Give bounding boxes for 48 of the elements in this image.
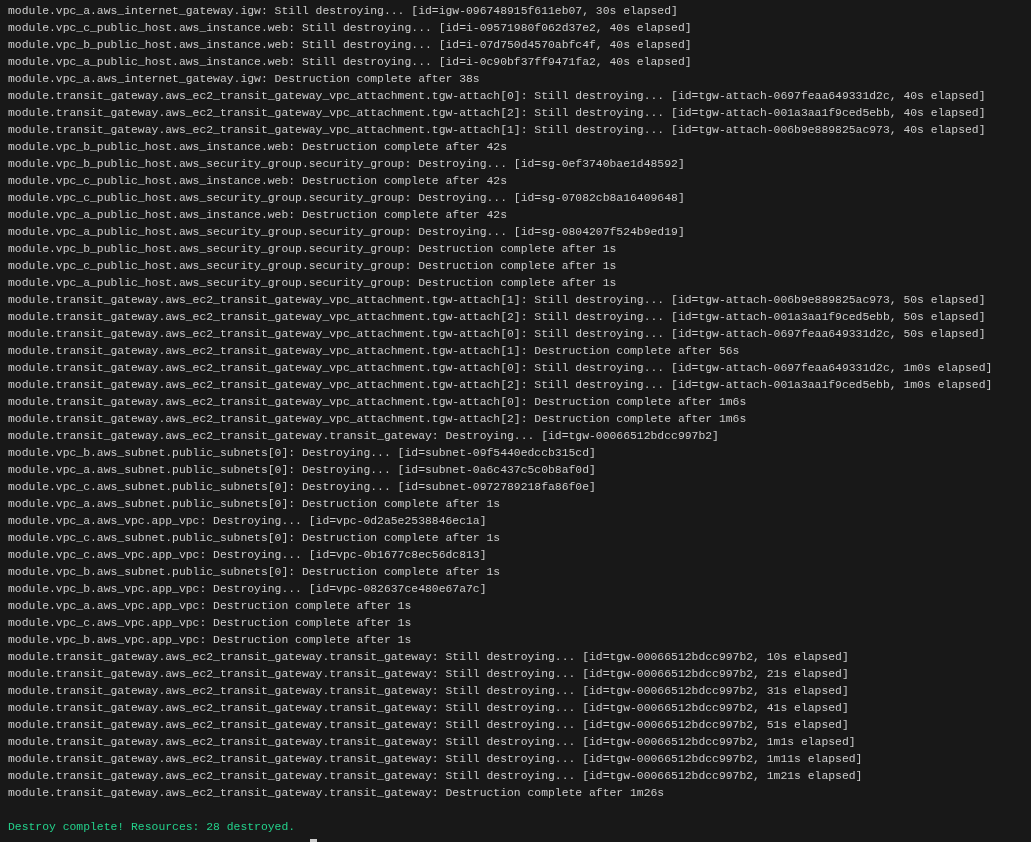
log-line: module.transit_gateway.aws_ec2_transit_gateway.transit_gateway: Still destroying... [id=tgw-00066512bdcc997b2, 21s elapsed] [8, 667, 849, 682]
log-line: module.vpc_b_public_host.aws_instance.web: Still destroying... [id=i-07d750d4570abfc4f, 40s elapsed] [8, 38, 692, 53]
log-line: module.transit_gateway.aws_ec2_transit_gateway_vpc_attachment.tgw-attach[1]: Destruction complete after 56s [8, 344, 740, 359]
log-line: module.transit_gateway.aws_ec2_transit_gateway.transit_gateway: Still destroying... [id=tgw-00066512bdcc997b2, 51s elapsed] [8, 718, 849, 733]
log-line: module.vpc_b.aws_vpc.app_vpc: Destroying... [id=vpc-082637ce480e67a7c] [8, 582, 487, 597]
log-line: module.transit_gateway.aws_ec2_transit_gateway.transit_gateway: Still destroying... [id=tgw-00066512bdcc997b2, 1m11s elapsed] [8, 752, 863, 767]
log-line: module.vpc_a.aws_subnet.public_subnets[0]: Destroying... [id=subnet-0a6c437c5c0b8af0d] [8, 463, 596, 478]
log-line: module.transit_gateway.aws_ec2_transit_gateway_vpc_attachment.tgw-attach[2]: Still destroying... [id=tgw-attach-001a3aa1f9ced5ebb, 1m0s elapsed] [8, 378, 993, 393]
log-line: module.vpc_a.aws_vpc.app_vpc: Destroying... [id=vpc-0d2a5e2538846ec1a] [8, 514, 487, 529]
log-line: module.transit_gateway.aws_ec2_transit_gateway_vpc_attachment.tgw-attach[0]: Destruction complete after 1m6s [8, 395, 747, 410]
log-line: module.vpc_c.aws_vpc.app_vpc: Destruction complete after 1s [8, 616, 412, 631]
log-line: module.vpc_a.aws_subnet.public_subnets[0]: Destruction complete after 1s [8, 497, 501, 512]
log-line: module.transit_gateway.aws_ec2_transit_gateway.transit_gateway: Destroying... [id=tgw-00066512bdcc997b2] [8, 429, 719, 444]
log-line: module.vpc_b.aws_subnet.public_subnets[0]: Destroying... [id=subnet-09f5440edccb315cd] [8, 446, 596, 461]
log-line: module.vpc_b_public_host.aws_security_group.security_group: Destruction complete after 1s [8, 242, 617, 257]
log-line: module.vpc_a.aws_vpc.app_vpc: Destruction complete after 1s [8, 599, 412, 614]
log-line: module.transit_gateway.aws_ec2_transit_gateway_vpc_attachment.tgw-attach[2]: Destruction complete after 1m6s [8, 412, 747, 427]
log-line: module.vpc_b_public_host.aws_instance.web: Destruction complete after 42s [8, 140, 507, 155]
log-line: module.transit_gateway.aws_ec2_transit_gateway_vpc_attachment.tgw-attach[0]: Still destroying... [id=tgw-attach-0697feaa649331d2c, 40s elapsed] [8, 89, 986, 104]
log-line: module.vpc_c_public_host.aws_instance.web: Still destroying... [id=i-09571980f062d37e2, 40s elapsed] [8, 21, 692, 36]
log-line: module.transit_gateway.aws_ec2_transit_gateway.transit_gateway: Still destroying... [id=tgw-00066512bdcc997b2, 1m21s elapsed] [8, 769, 863, 784]
log-line: module.transit_gateway.aws_ec2_transit_gateway_vpc_attachment.tgw-attach[0]: Still destroying... [id=tgw-attach-0697feaa649331d2c, 50s elapsed] [8, 327, 986, 342]
log-line: module.vpc_c.aws_vpc.app_vpc: Destroying... [id=vpc-0b1677c8ec56dc813] [8, 548, 487, 563]
log-line: module.transit_gateway.aws_ec2_transit_gateway_vpc_attachment.tgw-attach[0]: Still destroying... [id=tgw-attach-0697feaa649331d2c, 1m0s elapsed] [8, 361, 993, 376]
log-line: module.vpc_a.aws_internet_gateway.igw: Destruction complete after 38s [8, 72, 480, 87]
log-line: module.vpc_c_public_host.aws_security_group.security_group: Destruction complete after 1s [8, 259, 617, 274]
log-line: module.vpc_a_public_host.aws_instance.web: Destruction complete after 42s [8, 208, 507, 223]
log-line: module.vpc_a_public_host.aws_instance.web: Still destroying... [id=i-0c90bf37ff9471fa2, 40s elapsed] [8, 55, 692, 70]
log-line: module.transit_gateway.aws_ec2_transit_gateway_vpc_attachment.tgw-attach[1]: Still destroying... [id=tgw-attach-006b9e889825ac973, 40s elapsed] [8, 123, 986, 138]
log-line: module.vpc_b.aws_vpc.app_vpc: Destruction complete after 1s [8, 633, 412, 648]
log-line: module.transit_gateway.aws_ec2_transit_gateway_vpc_attachment.tgw-attach[1]: Still destroying... [id=tgw-attach-006b9e889825ac973, 50s elapsed] [8, 293, 986, 308]
log-line: module.vpc_c.aws_subnet.public_subnets[0]: Destroying... [id=subnet-0972789218fa86f0e] [8, 480, 596, 495]
log-line: module.vpc_a_public_host.aws_security_group.security_group: Destruction complete after 1s [8, 276, 617, 291]
log-line: module.transit_gateway.aws_ec2_transit_gateway.transit_gateway: Still destroying... [id=tgw-00066512bdcc997b2, 10s elapsed] [8, 650, 849, 665]
log-line: module.transit_gateway.aws_ec2_transit_gateway.transit_gateway: Still destroying... [id=tgw-00066512bdcc997b2, 1m1s elapsed] [8, 735, 856, 750]
log-line: module.transit_gateway.aws_ec2_transit_gateway.transit_gateway: Destruction complete after 1m26s [8, 786, 665, 801]
log-line: module.transit_gateway.aws_ec2_transit_gateway.transit_gateway: Still destroying... [id=tgw-00066512bdcc997b2, 41s elapsed] [8, 701, 849, 716]
log-line: module.vpc_a.aws_internet_gateway.igw: Still destroying... [id=igw-096748915f611eb07, 30s elapsed] [8, 4, 678, 19]
log-line: module.vpc_a_public_host.aws_security_group.security_group: Destroying... [id=sg-0804207f524b9ed19] [8, 225, 685, 240]
log-line: module.vpc_c.aws_subnet.public_subnets[0]: Destruction complete after 1s [8, 531, 501, 546]
log-line: module.transit_gateway.aws_ec2_transit_gateway_vpc_attachment.tgw-attach[2]: Still destroying... [id=tgw-attach-001a3aa1f9ced5ebb, 40s elapsed] [8, 106, 986, 121]
log-line: module.transit_gateway.aws_ec2_transit_gateway.transit_gateway: Still destroying... [id=tgw-00066512bdcc997b2, 31s elapsed] [8, 684, 849, 699]
log-line: module.vpc_c_public_host.aws_instance.web: Destruction complete after 42s [8, 174, 507, 189]
log-line: module.vpc_b.aws_subnet.public_subnets[0]: Destruction complete after 1s [8, 565, 501, 580]
success-message: Destroy complete! Resources: 28 destroyed. [8, 820, 296, 835]
log-line: module.vpc_c_public_host.aws_security_group.security_group: Destroying... [id=sg-07082cb8a16409648] [8, 191, 685, 206]
log-line: module.vpc_b_public_host.aws_security_group.security_group: Destroying... [id=sg-0ef3740bae1d48592] [8, 157, 685, 172]
log-line: module.transit_gateway.aws_ec2_transit_gateway_vpc_attachment.tgw-attach[2]: Still destroying... [id=tgw-attach-001a3aa1f9ced5ebb, 50s elapsed] [8, 310, 986, 325]
